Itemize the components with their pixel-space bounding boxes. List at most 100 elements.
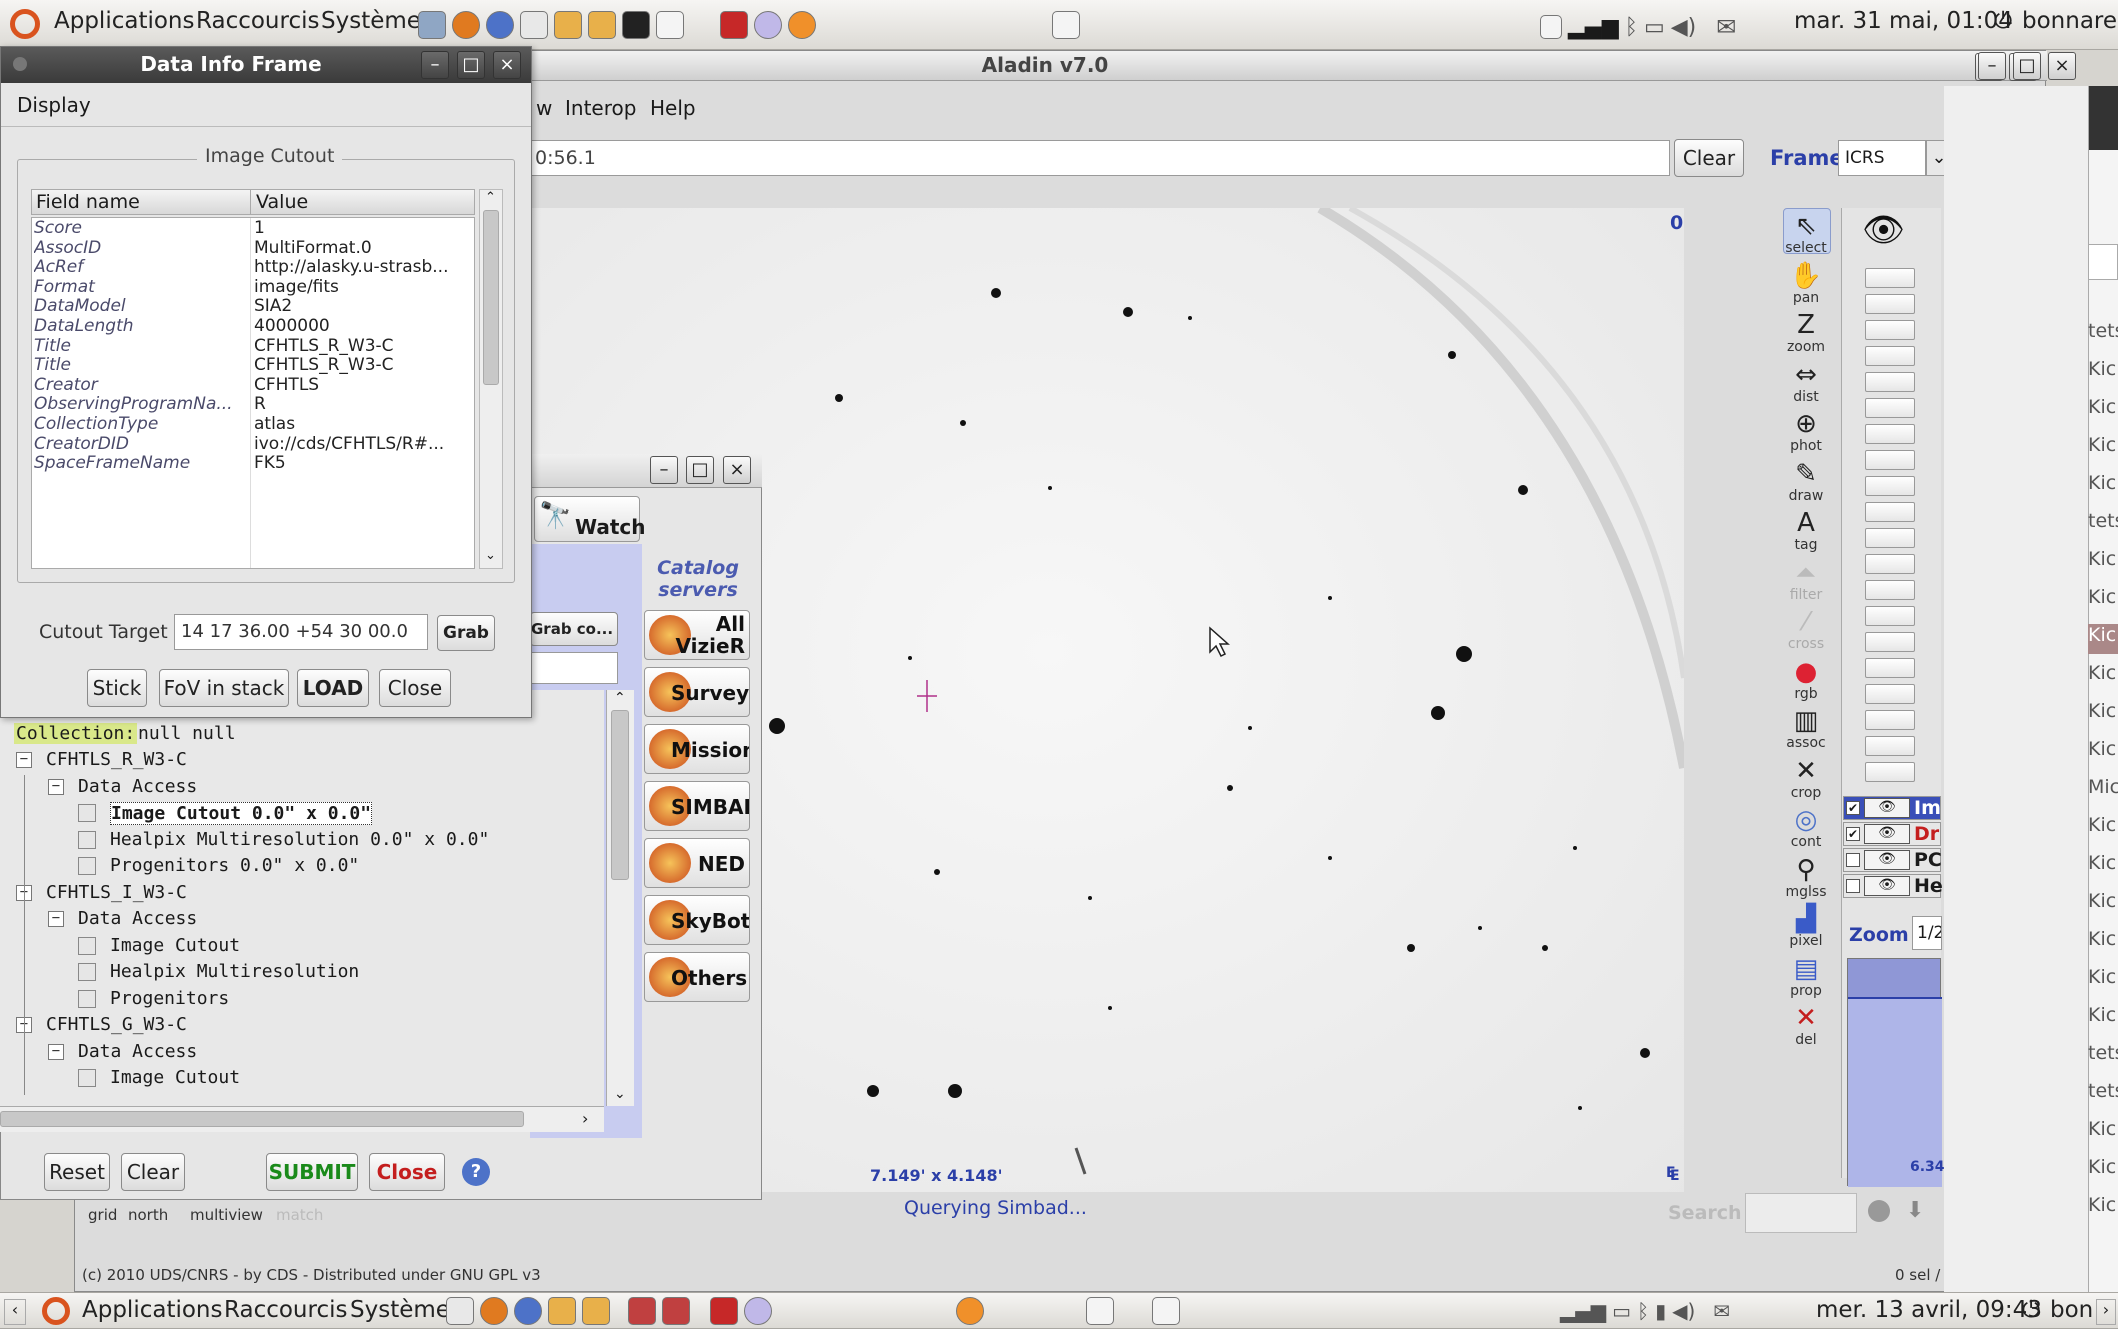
info-row[interactable]: AcRef http://alasky.u-strasb... — [32, 257, 474, 277]
bluetooth-icon[interactable]: ᛒ — [1625, 15, 1638, 40]
bottom-menu-shortcuts[interactable]: Raccourcis — [224, 1297, 347, 1323]
tool-prop[interactable]: ▤ prop — [1779, 955, 1833, 999]
app-galaxy-icon[interactable] — [754, 11, 782, 39]
menu-item-help[interactable]: Help — [650, 96, 696, 120]
tree-node[interactable]: − Data Access — [0, 774, 604, 800]
surveys-button[interactable]: Surveys — [644, 667, 750, 717]
stack-plane[interactable]: ✔ 👁 Dr — [1843, 822, 1941, 846]
tree-node[interactable]: −CFHTLS_G_W3-C — [0, 1012, 604, 1038]
mail-icon[interactable]: ✉ — [1716, 13, 1736, 41]
tree-leaf[interactable]: Image Cutout — [0, 1065, 604, 1091]
stack-empty-slot[interactable] — [1865, 528, 1915, 548]
table-vscroll[interactable]: ⌃ ⌄ — [479, 189, 503, 569]
tree-leaf[interactable]: Healpix Multiresolution 0.0" x 0.0" — [0, 827, 604, 853]
menu-applications[interactable]: Applications — [54, 8, 195, 34]
search-go-icon[interactable] — [1868, 1200, 1890, 1222]
tool-select[interactable]: ⇖ select — [1779, 212, 1833, 256]
stack-empty-slot[interactable] — [1865, 684, 1915, 704]
bottom-tool-match[interactable]: match — [276, 1206, 323, 1224]
folder-icon[interactable] — [554, 11, 582, 39]
mail-icon[interactable]: ✉ — [1713, 1299, 1730, 1323]
folder-icon[interactable] — [582, 1297, 610, 1325]
info-row[interactable]: SpaceFrameName FK5 — [32, 453, 474, 473]
stack-empty-slot[interactable] — [1865, 268, 1915, 288]
collapse-icon[interactable]: − — [48, 911, 64, 927]
folder-icon[interactable] — [588, 11, 616, 39]
stack-empty-slot[interactable] — [1865, 580, 1915, 600]
plane-checkbox[interactable]: ✔ — [1846, 801, 1860, 815]
cutout-target-input[interactable]: 14 17 36.00 +54 30 00.0 — [174, 614, 428, 650]
menu-item-view[interactable]: w — [536, 96, 552, 120]
checkbox[interactable] — [78, 830, 96, 849]
data-info-minimize-button[interactable]: – — [421, 51, 449, 79]
menu-shortcuts[interactable]: Raccourcis — [196, 8, 319, 34]
stack-plane[interactable]: 👁 PC — [1843, 848, 1942, 872]
help-icon[interactable] — [486, 11, 514, 39]
panel-scroll-left-icon[interactable]: ‹ — [4, 1299, 26, 1325]
bottom-user-name[interactable]: bon — [2050, 1297, 2096, 1323]
stack-empty-slot[interactable] — [1865, 658, 1915, 678]
stack-empty-slot[interactable] — [1865, 476, 1915, 496]
stack-empty-slot[interactable] — [1865, 450, 1915, 470]
tree-leaf[interactable]: Healpix Multiresolution — [0, 959, 604, 985]
scroll-right-icon[interactable]: › — [582, 1109, 588, 1128]
stack-empty-slot[interactable] — [1865, 346, 1915, 366]
ubuntu-logo-icon[interactable] — [42, 1297, 70, 1325]
tree-node[interactable]: − CFHTLS_R_W3-C — [0, 747, 604, 773]
scroll-up-icon[interactable]: ⌃ — [485, 190, 496, 205]
reset-button[interactable]: Reset — [44, 1153, 110, 1191]
fov-in-stack-button[interactable]: FoV in stack — [159, 669, 289, 707]
tool-assoc[interactable]: ▥ assoc — [1779, 707, 1833, 751]
scroll-down-icon[interactable]: ⌄ — [614, 1086, 626, 1102]
tool-mglss[interactable]: ⚲ mglss — [1779, 856, 1833, 900]
tree-node[interactable]: − Data Access — [0, 1039, 604, 1065]
firefox-icon[interactable] — [480, 1297, 508, 1325]
stack-empty-slot[interactable] — [1865, 554, 1915, 574]
tool-phot[interactable]: ⊕ phot — [1779, 410, 1833, 454]
collapse-icon[interactable]: − — [16, 752, 32, 768]
tool-zoom[interactable]: Zzoom — [1779, 311, 1833, 355]
search-down-icon[interactable]: ⬇ — [1906, 1198, 1924, 1223]
tool-pixel[interactable]: ▟ pixel — [1779, 905, 1833, 949]
watch-button[interactable]: 🔭 Watch — [534, 496, 646, 542]
info-row[interactable]: CreatorDID ivo://cds/CFHTLS/R#... — [32, 434, 474, 454]
search-input[interactable] — [1745, 1193, 1857, 1233]
app-red-icon[interactable] — [720, 11, 748, 39]
display-icon[interactable]: ▭ — [1612, 1299, 1631, 1323]
info-row[interactable]: DataLength 4000000 — [32, 316, 474, 336]
simbad-button[interactable]: SIMBAD — [644, 781, 750, 831]
col-value[interactable]: Value — [256, 191, 308, 213]
stack-empty-slot[interactable] — [1865, 424, 1915, 444]
info-row[interactable]: CollectionType atlas — [32, 414, 474, 434]
target-input[interactable] — [530, 652, 618, 684]
stack-empty-slot[interactable] — [1865, 372, 1915, 392]
server-maximize-button[interactable]: □ — [686, 456, 714, 484]
collapse-icon[interactable]: − — [48, 778, 64, 795]
clear-command-button[interactable]: Clear — [1674, 139, 1744, 177]
plane-checkbox[interactable] — [1846, 853, 1860, 867]
bottom-menu-system[interactable]: Système — [350, 1297, 450, 1323]
tool-pan[interactable]: ✋ pan — [1779, 262, 1833, 306]
help-icon[interactable]: ? — [462, 1158, 490, 1186]
stack-empty-slot[interactable] — [1865, 606, 1915, 626]
plane-checkbox[interactable]: ✔ — [1846, 827, 1860, 841]
checkbox[interactable] — [78, 804, 96, 822]
signal-icon[interactable]: ▂▄▆ — [1560, 1299, 1606, 1323]
bottom-tool-multiview[interactable]: multiview — [190, 1206, 263, 1224]
zoom-select[interactable]: 1/2 — [1912, 916, 1942, 950]
tool-draw[interactable]: ✎ draw — [1779, 460, 1833, 504]
tool-filter[interactable]: ⏶ filter — [1779, 559, 1833, 603]
tree-leaf[interactable]: Progenitors — [0, 986, 604, 1012]
data-info-titlebar[interactable]: Data Info Frame – □ × — [1, 47, 531, 83]
tree-vscroll-thumb[interactable] — [611, 710, 629, 880]
user-name[interactable]: bonnarel — [2022, 8, 2118, 34]
tool-del[interactable]: ✕ del — [1779, 1004, 1833, 1048]
bottom-tool-grid[interactable]: grid — [88, 1206, 117, 1224]
submit-button[interactable]: SUBMIT — [266, 1153, 358, 1191]
data-info-maximize-button[interactable]: □ — [457, 51, 485, 79]
bottom-clock[interactable]: mer. 13 avril, 09:43 — [1816, 1297, 2042, 1323]
firefox-icon[interactable] — [452, 11, 480, 39]
stack-empty-slot[interactable] — [1865, 398, 1915, 418]
scroll-down-icon[interactable]: ⌄ — [485, 548, 496, 563]
clear-button[interactable]: Clear — [121, 1153, 185, 1191]
